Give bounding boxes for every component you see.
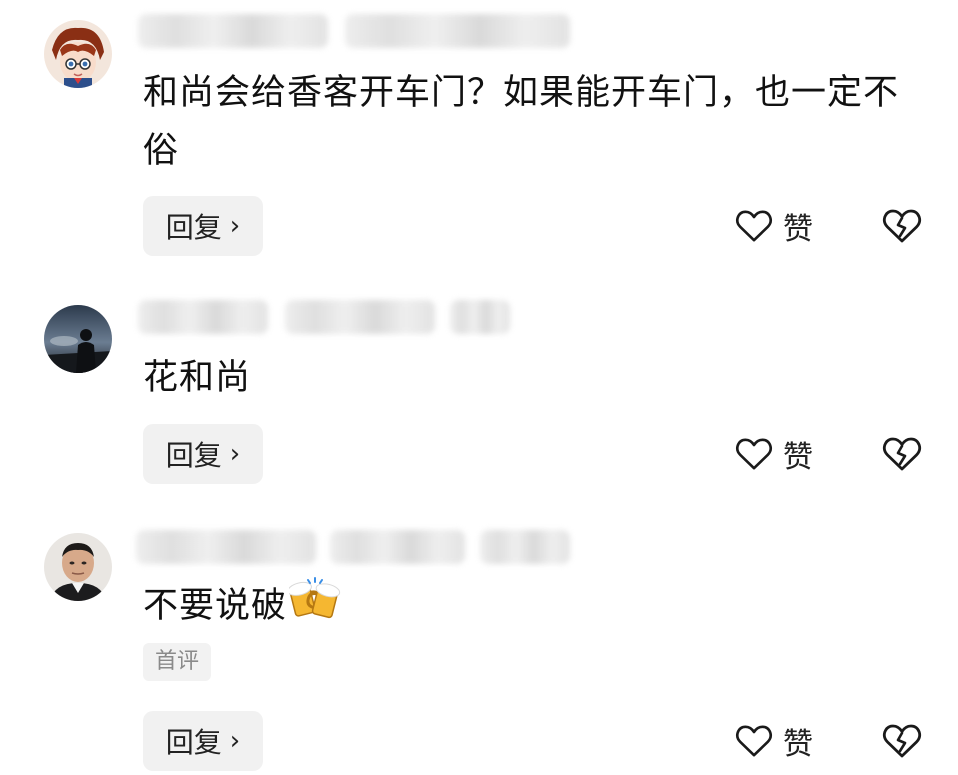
meta-blurred	[285, 300, 435, 334]
username-blurred	[136, 530, 316, 564]
username-blurred	[138, 300, 268, 334]
avatar[interactable]	[44, 533, 112, 601]
dislike-button[interactable]	[881, 424, 923, 484]
like-label: 赞	[783, 212, 813, 247]
like-button[interactable]: 赞	[735, 196, 813, 256]
comment-text: 不要说破	[143, 576, 923, 638]
reply-button[interactable]: 回复 ›	[143, 711, 263, 771]
username-blurred	[138, 14, 328, 48]
heart-outline-icon	[735, 725, 773, 757]
meta-blurred	[345, 14, 570, 48]
avatar[interactable]	[44, 20, 112, 88]
avatar[interactable]	[44, 305, 112, 373]
broken-heart-icon	[882, 724, 922, 758]
meta-blurred	[330, 530, 465, 564]
broken-heart-icon	[882, 209, 922, 243]
heart-outline-icon	[735, 210, 773, 242]
reply-label: 回复	[165, 439, 222, 472]
like-button[interactable]: 赞	[735, 424, 813, 484]
like-button[interactable]: 赞	[735, 711, 813, 771]
first-comment-badge: 首评	[143, 643, 211, 681]
like-label: 赞	[783, 727, 813, 762]
heart-outline-icon	[735, 438, 773, 470]
beer-mugs-emoji	[287, 576, 341, 638]
reply-label: 回复	[165, 726, 222, 759]
comment-text: 和尚会给香客开车门？如果能开车门，也一定不俗	[143, 73, 900, 171]
reply-label: 回复	[165, 211, 222, 244]
meta-blurred	[480, 530, 570, 564]
reply-button[interactable]: 回复 ›	[143, 196, 263, 256]
comment-text-body: 不要说破	[143, 586, 288, 626]
chevron-right-icon: ›	[229, 726, 241, 756]
dislike-button[interactable]	[881, 196, 923, 256]
chevron-right-icon: ›	[229, 211, 241, 241]
like-label: 赞	[783, 440, 813, 475]
chevron-right-icon: ›	[229, 439, 241, 469]
dislike-button[interactable]	[881, 711, 923, 771]
reply-button[interactable]: 回复 ›	[143, 424, 263, 484]
comment-text: 花和尚	[143, 358, 252, 398]
meta-blurred	[450, 300, 510, 334]
broken-heart-icon	[882, 437, 922, 471]
